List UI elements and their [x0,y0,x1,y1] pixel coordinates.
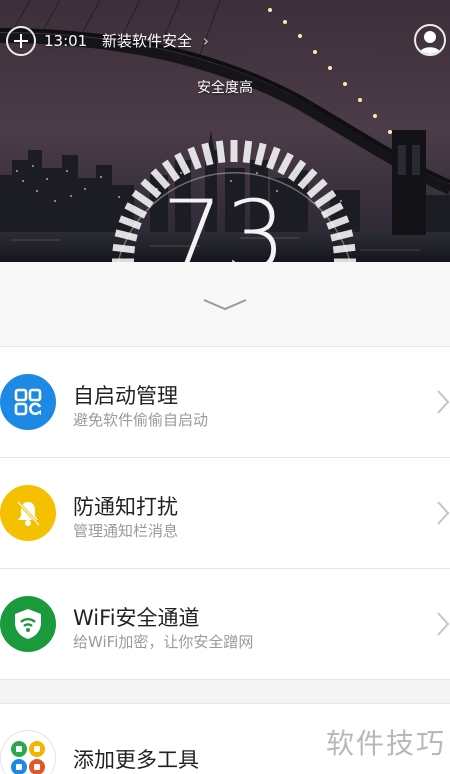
tool-list: 自启动管理 避免软件偷偷自启动 防通知打扰 管理通知栏消息 WiFi安全通道 给… [0,346,450,774]
autostart-grid-icon [0,374,56,430]
gauge-tick [242,140,253,164]
list-item-notify[interactable]: 防通知打扰 管理通知栏消息 [0,457,450,568]
status-time: 13:01 [44,32,88,50]
chevron-right-icon [437,501,450,525]
list-item-title: WiFi安全通道 [73,606,200,630]
security-score: 73 [161,180,289,262]
gauge-tick [215,140,226,164]
security-level-label: 安全度高 [197,80,253,96]
section-divider [0,679,450,703]
list-item-title: 添加更多工具 [73,748,199,772]
user-avatar-icon [419,31,441,54]
plus-icon [14,34,28,48]
list-item-wifi[interactable]: WiFi安全通道 给WiFi加密，让你安全蹭网 [0,568,450,679]
watermark-text: 软件技巧 [325,727,446,760]
bell-mute-icon [0,485,56,541]
status-message[interactable]: 13:01 新装软件安全 › [44,30,209,51]
list-item-autostart[interactable]: 自启动管理 避免软件偷偷自启动 [0,346,450,457]
avatar[interactable] [414,24,446,56]
list-item-title: 自启动管理 [73,384,178,408]
add-button[interactable] [6,26,36,56]
list-item-title: 防通知打扰 [73,495,178,519]
top-bar: 13:01 新装软件安全 › [0,22,450,58]
list-item-subtitle: 给WiFi加密，让你安全蹭网 [73,633,254,651]
tools-cluster-icon [0,730,56,774]
chevron-down-icon [203,299,247,311]
wifi-shield-icon [0,596,56,652]
header-banner: 13:01 新装软件安全 › 安全度高 73 [0,0,450,262]
chevron-right-icon [437,390,450,414]
list-item-subtitle: 避免软件偷偷自启动 [73,411,209,429]
collapse-toggle[interactable] [0,262,450,346]
status-message-text: 新装软件安全 [102,32,193,50]
list-item-subtitle: 管理通知栏消息 [73,522,179,540]
chevron-right-icon [437,612,450,636]
chevron-right-icon: › [202,32,209,50]
